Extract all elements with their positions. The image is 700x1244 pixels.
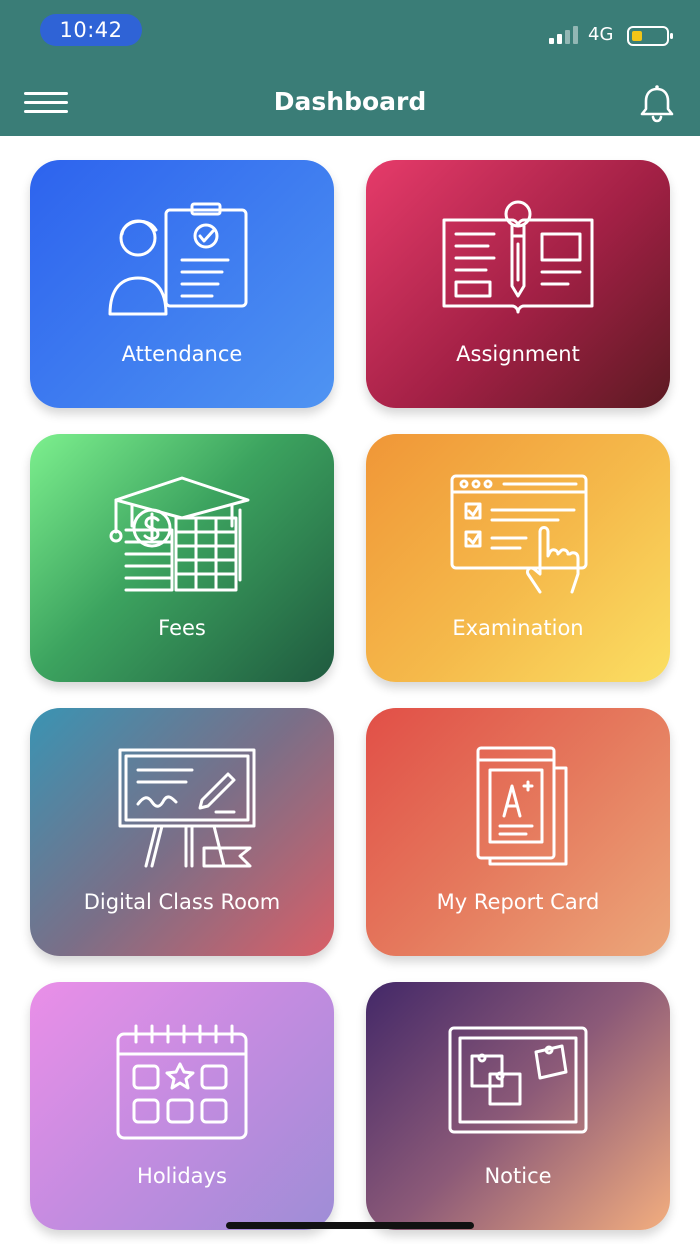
- examination-icon: [450, 474, 588, 594]
- battery-icon: [627, 26, 673, 46]
- tile-notice[interactable]: Notice: [366, 982, 670, 1230]
- digital-class-room-icon: [118, 748, 256, 868]
- tile-my-report-card[interactable]: My Report Card: [366, 708, 670, 956]
- tile-label: Fees: [158, 616, 206, 640]
- tile-label: Holidays: [137, 1164, 227, 1188]
- tile-fees[interactable]: Fees: [30, 434, 334, 682]
- notice-board-icon: [448, 1026, 588, 1134]
- tile-label: Examination: [452, 616, 584, 640]
- tile-label: Assignment: [456, 342, 580, 366]
- tile-attendance[interactable]: Attendance: [30, 160, 334, 408]
- report-card-icon: [476, 746, 568, 866]
- bell-icon[interactable]: [636, 82, 678, 124]
- fees-icon: [109, 476, 250, 592]
- page-title: Dashboard: [273, 87, 427, 116]
- home-indicator[interactable]: [226, 1222, 474, 1229]
- network-type: 4G: [588, 24, 614, 45]
- hamburger-menu-icon[interactable]: [22, 86, 70, 120]
- tile-label: Digital Class Room: [83, 890, 281, 914]
- tile-digital-class-room[interactable]: Digital Class Room: [30, 708, 334, 956]
- attendance-icon: [108, 202, 248, 316]
- tile-holidays[interactable]: Holidays: [30, 982, 334, 1230]
- app-bar: Dashboard: [0, 70, 700, 136]
- assignment-icon: [442, 200, 594, 314]
- tile-assignment[interactable]: Assignment: [366, 160, 670, 408]
- status-time: 10:42: [40, 14, 142, 46]
- tile-label: My Report Card: [436, 890, 600, 914]
- holidays-calendar-icon: [116, 1024, 248, 1140]
- tile-examination[interactable]: Examination: [366, 434, 670, 682]
- tile-label: Notice: [484, 1164, 552, 1188]
- signal-icon: [549, 26, 578, 44]
- status-bar: 10:42 4G: [0, 0, 700, 70]
- tile-label: Attendance: [121, 342, 243, 366]
